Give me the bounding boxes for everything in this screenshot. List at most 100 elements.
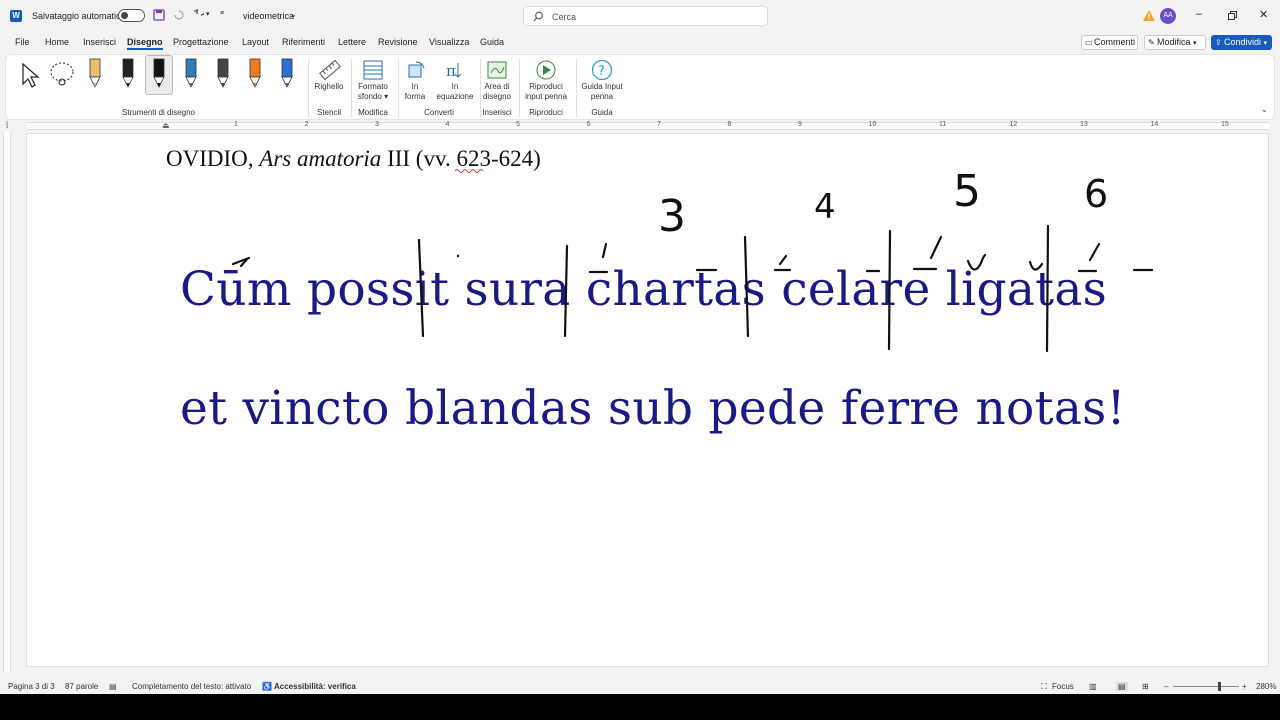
zoom-in-button[interactable]: + — [1242, 682, 1247, 691]
background-format-label[interactable]: Formato sfondo ▾ — [352, 82, 394, 102]
close-icon[interactable]: ✕ — [1259, 8, 1268, 21]
ink-to-shape-label[interactable]: In forma — [401, 82, 429, 102]
focus-mode-button[interactable]: Focus — [1052, 682, 1074, 691]
tab-references[interactable]: Riferimenti — [282, 37, 325, 47]
tab-draw[interactable]: Disegno — [127, 37, 163, 50]
zoom-slider[interactable] — [1173, 686, 1239, 687]
search-box[interactable]: Cerca — [523, 6, 768, 26]
indent-marker-icon[interactable]: ⏏ — [162, 121, 170, 130]
ink-to-math-label[interactable]: In equazione — [433, 82, 477, 102]
tab-mailings[interactable]: Lettere — [338, 37, 366, 47]
replay-group-label: Riproduci — [529, 108, 563, 117]
proofing-icon[interactable]: ▤ — [109, 682, 117, 691]
tab-view[interactable]: Visualizza — [429, 37, 469, 47]
pen-2-icon[interactable] — [119, 57, 137, 91]
ruler-number: 12 — [1009, 121, 1018, 128]
minimize-icon[interactable]: – — [1196, 8, 1202, 20]
tab-review[interactable]: Revisione — [378, 37, 418, 47]
web-layout-icon[interactable]: ⊞ — [1142, 682, 1149, 691]
ink-replay-label[interactable]: Riproduci input penna — [520, 82, 572, 102]
undo-dropdown-icon[interactable]: ▾ — [206, 10, 210, 18]
tab-selector-icon[interactable]: ⌊ — [6, 120, 9, 129]
ruler-icon[interactable] — [319, 59, 341, 81]
ruler-number: 5 — [516, 121, 520, 128]
accessibility-icon: ♿ — [262, 682, 272, 691]
share-label: Condividi — [1224, 37, 1262, 47]
ruler-button-label[interactable]: Righello — [311, 82, 347, 92]
background-format-icon[interactable] — [362, 59, 384, 81]
customize-toolbar-icon[interactable]: ≡ — [220, 10, 224, 17]
tab-insert[interactable]: Inserisci — [83, 37, 116, 47]
doc-name-chevron-icon[interactable]: ⌄ — [290, 10, 297, 19]
tab-help[interactable]: Guida — [480, 37, 504, 47]
ruler-number: 14 — [1150, 121, 1159, 128]
zoom-level[interactable]: 280% — [1256, 682, 1276, 691]
document-name[interactable]: videometrica — [243, 11, 294, 21]
heading-author: OVIDIO, — [166, 146, 254, 171]
pen-4-icon[interactable] — [182, 57, 200, 91]
ink-help-label[interactable]: Guida Input penna — [576, 82, 628, 102]
search-icon — [533, 11, 543, 22]
verse-line-1: Cūm possit sura chartas celare ligatas — [180, 262, 1108, 317]
ruler-number: 3 — [375, 121, 379, 128]
edit-group-label: Modifica — [358, 108, 388, 117]
page-count[interactable]: Pagina 3 di 3 — [8, 682, 55, 691]
comments-button[interactable]: ▭ Commenti — [1081, 35, 1138, 50]
drawing-canvas-icon[interactable] — [486, 59, 508, 81]
read-mode-icon[interactable]: ▥ — [1089, 682, 1097, 691]
ink-replay-icon[interactable] — [534, 58, 558, 82]
ruler-number: 6 — [586, 121, 591, 128]
ink-to-shape-icon[interactable] — [406, 59, 428, 81]
tab-file[interactable]: File — [15, 37, 30, 47]
lasso-select-icon[interactable] — [48, 60, 76, 88]
pen-6-icon[interactable] — [246, 57, 264, 91]
pen-3-icon[interactable] — [150, 57, 168, 91]
zoom-out-button[interactable]: – — [1164, 682, 1168, 691]
word-app-icon: W — [10, 10, 22, 22]
ink-to-math-icon[interactable]: π — [444, 59, 466, 81]
separator — [398, 59, 399, 117]
user-avatar[interactable]: AA — [1160, 8, 1176, 24]
restore-icon[interactable] — [1228, 11, 1237, 20]
ruler-number: 11 — [939, 121, 947, 128]
word-count[interactable]: 87 parole — [65, 682, 98, 691]
status-bar: Pagina 3 di 3 87 parole ▤ Completamento … — [0, 678, 1280, 694]
svg-text:?: ? — [598, 64, 605, 79]
accessibility-status[interactable]: Accessibilità: verifica — [274, 682, 356, 691]
ruler-number: 8 — [727, 121, 732, 128]
text-prediction-status[interactable]: Completamento del testo: attivato — [132, 682, 251, 691]
horizontal-ruler[interactable]: 1 2 3 4 5 6 7 8 9 10 11 12 13 14 15 ⏏ ⌊ — [0, 120, 1280, 132]
ruler-number: 13 — [1080, 121, 1088, 128]
vertical-ruler — [0, 132, 14, 672]
share-button[interactable]: ⇪ Condividi ▾ — [1211, 35, 1272, 50]
pen-7-icon[interactable] — [278, 57, 296, 91]
redo-icon[interactable] — [172, 9, 184, 21]
heading-work-title: Ars amatoria — [259, 146, 382, 171]
ruler-number: 9 — [798, 121, 802, 128]
tab-layout[interactable]: Layout — [242, 37, 269, 47]
tab-design[interactable]: Progettazione — [173, 37, 229, 47]
print-layout-icon[interactable]: ▤ — [1116, 682, 1128, 691]
collapse-ribbon-icon[interactable]: ⌄ — [1261, 105, 1268, 114]
autosave-toggle[interactable] — [118, 9, 145, 22]
editing-mode-button[interactable]: ✎ Modifica ▾ — [1144, 35, 1206, 50]
pen-1-icon[interactable] — [86, 57, 104, 91]
focus-icon: ⛶ — [1041, 682, 1047, 691]
undo-icon[interactable] — [192, 9, 204, 21]
pen-5-icon[interactable] — [214, 57, 232, 91]
tab-home[interactable]: Home — [45, 37, 69, 47]
insert-group-label: Inserisci — [482, 108, 512, 117]
share-icon: ⇪ — [1215, 38, 1222, 47]
comment-icon: ▭ — [1085, 38, 1093, 47]
warning-icon[interactable] — [1143, 10, 1155, 21]
convert-group-label: Converti — [424, 108, 454, 117]
zoom-slider-thumb[interactable] — [1218, 682, 1221, 691]
separator — [308, 59, 309, 117]
select-tool-icon[interactable] — [18, 61, 40, 89]
title-bar: W Salvataggio automatico ▾ ≡ videometric… — [0, 0, 1280, 32]
save-icon[interactable] — [153, 9, 165, 21]
word-window: W Salvataggio automatico ▾ ≡ videometric… — [0, 0, 1280, 694]
help-icon[interactable]: ? — [590, 58, 614, 82]
drawing-canvas-label[interactable]: Area di disegno — [480, 82, 514, 102]
editing-mode-label: Modifica — [1157, 37, 1191, 47]
